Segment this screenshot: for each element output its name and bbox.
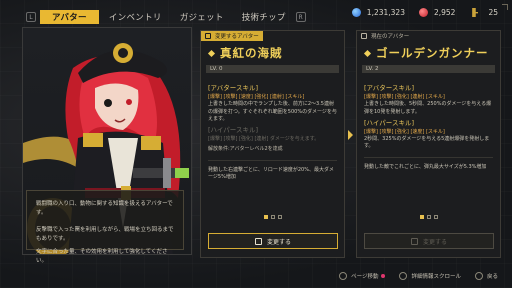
notification-dot: [381, 274, 386, 278]
hyper-skill-header: [ハイパースキル]: [208, 126, 258, 135]
hyper-skill-header: [ハイパースキル]: [364, 118, 414, 127]
card-tag: 変更するアバター: [201, 31, 263, 41]
key-icon: [472, 8, 479, 17]
tab-inventory[interactable]: インベントリ: [101, 10, 170, 24]
tab-tech-chip[interactable]: 技術チップ: [234, 10, 294, 24]
tag-icon: [361, 33, 367, 39]
level-bar: LV. 0: [206, 65, 339, 73]
tag-icon: [205, 33, 211, 39]
button-key-icon: [254, 237, 262, 245]
page-dot: [419, 215, 424, 219]
detail-scroll-hint[interactable]: 詳細情報スクロール: [399, 272, 461, 280]
back-button-icon: [474, 272, 483, 280]
divider: [208, 159, 337, 161]
character-description: 戦闘職の入り口、動物に関する知識を扱えるアバターです。 反撃職で入った罠を利用し…: [26, 190, 184, 264]
page-indicator: [357, 215, 500, 219]
avatar-title: 真紅の海賊: [201, 41, 344, 63]
bottom-hint-bar: ページ移動 詳細情報スクロール 戻る: [325, 272, 498, 280]
tab-right-key-icon: R: [295, 12, 306, 22]
button-key-icon: [410, 237, 418, 245]
divider: [364, 156, 493, 158]
stick-icon: [339, 272, 348, 280]
diamond-icon: [207, 49, 216, 57]
passive-text: 発動した敵でこれごとに、弾丸最大サイズが5.3%増加: [364, 163, 487, 170]
back-hint[interactable]: 戻る: [474, 272, 498, 280]
tab-left-key-icon: L: [26, 12, 36, 22]
gem-icon: [351, 8, 361, 17]
tab-avatar[interactable]: アバター: [40, 10, 99, 24]
corner-decoration: [502, 4, 508, 10]
page-indicator: [201, 215, 344, 219]
gem-count: 1,231,323: [366, 8, 405, 17]
ruby-icon: [418, 8, 428, 17]
diamond-icon: [363, 49, 372, 57]
hyper-skill-text: [爆撃] [攻撃] [強化] [連射] ダメージを与えます。: [208, 136, 320, 143]
description-line-1: 戦闘職の入り口、動物に関する知識を扱えるアバターです。: [36, 201, 173, 216]
change-button[interactable]: 変更する: [208, 233, 338, 249]
page-dot: [270, 215, 275, 219]
selected-avatar-card[interactable]: 変更するアバター 真紅の海賊 LV. 0 [アバタースキル] [爆撃] [攻撃]…: [200, 30, 345, 258]
arrow-right-icon: [348, 130, 354, 140]
ruby-count: 2,952: [433, 8, 456, 17]
currency-bar: 1,231,323 2,952 25: [338, 8, 498, 17]
hyper-skill-text: 2秒間、325%のダメージを与える5連射爆弾を発射します。: [364, 136, 490, 150]
card-tag: 現在のアバター: [357, 31, 500, 41]
page-dot: [277, 215, 282, 219]
unlock-condition: 解放条件:アバターレベル2を達成: [208, 146, 283, 153]
page-dot: [426, 215, 431, 219]
page-dot: [433, 215, 438, 219]
current-avatar-card[interactable]: 現在のアバター ゴールデンガンナー LV. 2 [アバタースキル] [爆撃] […: [356, 30, 501, 258]
passive-text: 発動した右連撃ごとに、リロード速度が20%、最大ダメージ5%増加: [208, 166, 334, 180]
description-line-3: 文字に合った量、その効用を利用して強化してください。: [36, 249, 168, 264]
description-line-2: 反撃職で入った罠を利用しながら、戦場を立ち回るまでもありです。: [36, 227, 174, 242]
avatar-skill-header: [アバタースキル]: [208, 84, 258, 92]
tab-gadget[interactable]: ガジェット: [172, 10, 232, 24]
change-button-disabled: 変更する: [364, 233, 494, 249]
level-bar: LV. 2: [362, 65, 495, 73]
skill-details[interactable]: [アバタースキル] [爆撃] [攻撃] [速度] [強化] [連射] [スキル]…: [201, 73, 344, 181]
key-count: 25: [488, 8, 498, 17]
skill-details[interactable]: [アバタースキル] [爆撃] [攻撃] [強化] [連射] [スキル] 上書きし…: [357, 73, 500, 171]
stick-icon: [399, 272, 408, 280]
avatar-skill-text: 上書きした時間の中でランプした後、前方に2～3.5連射の爆弾を打つ。すぐそれぞれ…: [208, 101, 337, 122]
top-tabs: L アバター インベントリ ガジェット 技術チップ R: [26, 9, 310, 25]
avatar-skill-header: [アバタースキル]: [364, 84, 414, 92]
avatar-skill-text: 上書きした時間後、5秒間、250%のダメージを与える爆弾を10発を発射します。: [364, 101, 492, 115]
page-move-hint[interactable]: ページ移動: [339, 272, 386, 280]
avatar-title: ゴールデンガンナー: [357, 41, 500, 63]
page-dot: [263, 215, 268, 219]
